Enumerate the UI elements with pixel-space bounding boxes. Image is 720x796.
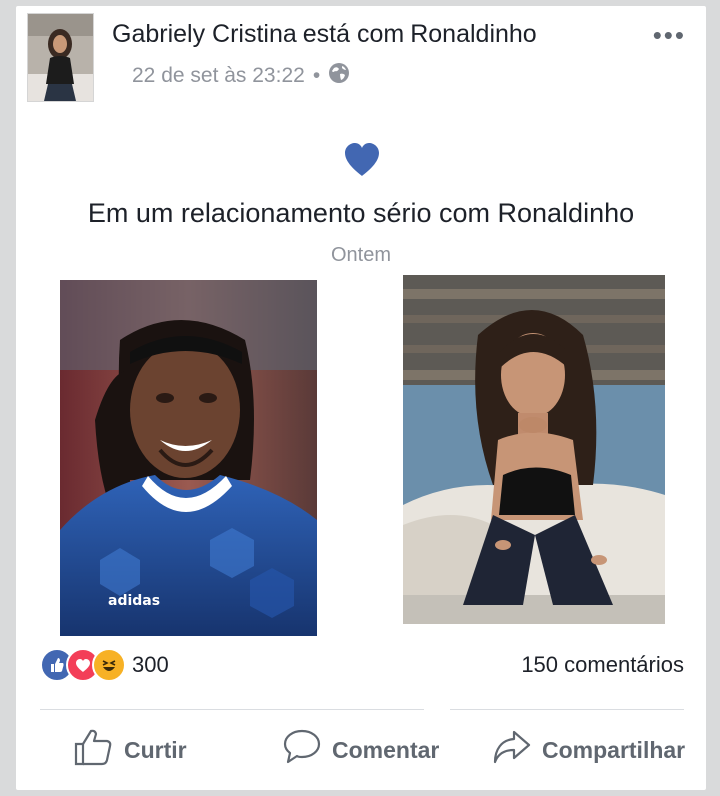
reaction-count: 300 [132,652,169,677]
comments-label: comentários [564,652,684,677]
more-options-icon[interactable]: ••• [653,20,686,51]
share-icon [492,728,532,772]
comment-button[interactable]: Comentar [282,728,439,772]
post-header: Gabriely Cristina está com Ronaldinho [112,20,537,49]
globe-icon[interactable] [328,62,350,90]
thumbs-up-icon [74,728,114,772]
tagged-person[interactable]: Ronaldinho [410,20,537,48]
share-button[interactable]: Compartilhar [492,728,685,772]
heart-icon [343,142,381,183]
author-avatar[interactable] [27,13,94,102]
action-bar: Curtir Comentar Compartilhar [16,728,706,784]
divider-right [450,709,684,710]
share-label: Compartilhar [542,736,686,763]
divider-left [40,709,424,710]
comment-icon [282,728,322,772]
post-card: Gabriely Cristina está com Ronaldinho ••• … [16,6,706,790]
comments-number: 150 [521,652,559,677]
comment-label: Comentar [332,736,440,763]
photo-ronaldinho[interactable]: adidas [60,280,317,636]
haha-icon [92,648,126,682]
like-label: Curtir [124,736,187,763]
comments-count[interactable]: 150 comentários [521,652,684,678]
post-meta: 22 de set às 23:22 • [132,62,350,90]
meta-separator: • [312,64,321,87]
author-name[interactable]: Gabriely Cristina [112,20,297,48]
life-event-title: Em um relacionamento sério com Ronaldinh… [87,198,635,228]
life-event-date: Ontem [330,244,392,266]
photo-gabriely[interactable] [403,275,665,624]
post-timestamp[interactable]: 22 de set às 23:22 [132,64,305,88]
with-connector: está com [302,20,405,48]
svg-text:adidas: adidas [108,593,160,609]
like-button[interactable]: Curtir [74,728,187,772]
reaction-summary[interactable]: 300 [40,648,169,682]
